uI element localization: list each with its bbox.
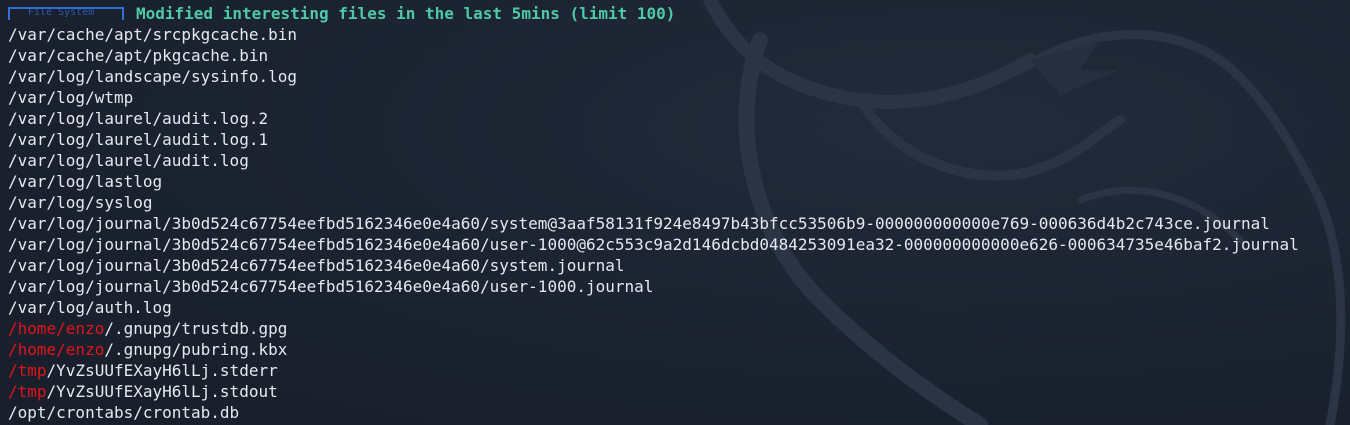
path-text: /YvZsUUfEXayH6lLj.stderr <box>46 361 278 380</box>
path-text: /var/cache/apt/srcpkgcache.bin <box>8 25 297 44</box>
output-line: /var/cache/apt/pkgcache.bin <box>8 45 1350 66</box>
path-text: /var/log/wtmp <box>8 88 134 107</box>
section-tag: File System <box>28 7 95 18</box>
output-line: /tmp/YvZsUUfEXayH6lLj.stdout <box>8 381 1350 402</box>
path-text: /YvZsUUfEXayH6lLj.stdout <box>46 382 278 401</box>
path-text: /.gnupg/pubring.kbx <box>104 340 288 359</box>
highlighted-path-segment: /home/enzo <box>8 319 105 338</box>
output-line: /home/enzo/.gnupg/pubring.kbx <box>8 339 1350 360</box>
output-line: /var/log/journal/3b0d524c67754eefbd51623… <box>8 276 1350 297</box>
output-line: /var/log/laurel/audit.log <box>8 150 1350 171</box>
highlighted-path-segment: /home/enzo <box>8 340 105 359</box>
output-line: /var/cache/apt/srcpkgcache.bin <box>8 24 1350 45</box>
path-text: /var/log/syslog <box>8 193 153 212</box>
output-line: /var/log/lastlog <box>8 171 1350 192</box>
highlighted-path-segment: /tmp <box>8 382 47 401</box>
highlighted-path-segment: /tmp <box>8 361 47 380</box>
path-text: /var/log/journal/3b0d524c67754eefbd51623… <box>8 277 654 296</box>
output-line: /tmp/YvZsUUfEXayH6lLj.stderr <box>8 360 1350 381</box>
output-line: /var/log/journal/3b0d524c67754eefbd51623… <box>8 234 1350 255</box>
section-box-icon: File System <box>8 7 124 20</box>
path-text: /var/cache/apt/pkgcache.bin <box>8 46 269 65</box>
path-text: /var/log/journal/3b0d524c67754eefbd51623… <box>8 214 1270 233</box>
path-text: /var/log/auth.log <box>8 298 172 317</box>
output-line: /var/log/journal/3b0d524c67754eefbd51623… <box>8 213 1350 234</box>
output-line: /var/log/laurel/audit.log.2 <box>8 108 1350 129</box>
section-title: Modified interesting files in the last 5… <box>136 4 676 23</box>
path-text: /var/log/laurel/audit.log <box>8 151 249 170</box>
path-text: /var/log/laurel/audit.log.1 <box>8 130 269 149</box>
path-text: /.gnupg/trustdb.gpg <box>104 319 288 338</box>
section-header: File System Modified interesting files i… <box>8 3 1350 24</box>
output-line: /var/log/wtmp <box>8 87 1350 108</box>
output-line: /var/log/auth.log <box>8 297 1350 318</box>
path-text: /opt/crontabs/crontab.db <box>8 403 240 422</box>
output-line: /home/enzo/.gnupg/trustdb.gpg <box>8 318 1350 339</box>
path-text: /var/log/laurel/audit.log.2 <box>8 109 269 128</box>
path-text: /var/log/landscape/sysinfo.log <box>8 67 297 86</box>
path-text: /var/log/journal/3b0d524c67754eefbd51623… <box>8 256 625 275</box>
terminal-output: File System Modified interesting files i… <box>8 3 1350 423</box>
path-text: /var/log/journal/3b0d524c67754eefbd51623… <box>8 235 1299 254</box>
terminal-window[interactable]: File System Modified interesting files i… <box>0 0 1350 425</box>
output-line: /var/log/laurel/audit.log.1 <box>8 129 1350 150</box>
output-line: /var/log/journal/3b0d524c67754eefbd51623… <box>8 255 1350 276</box>
output-line: /var/log/syslog <box>8 192 1350 213</box>
path-text: /var/log/lastlog <box>8 172 163 191</box>
output-line: /var/log/landscape/sysinfo.log <box>8 66 1350 87</box>
output-line: /opt/crontabs/crontab.db <box>8 402 1350 423</box>
